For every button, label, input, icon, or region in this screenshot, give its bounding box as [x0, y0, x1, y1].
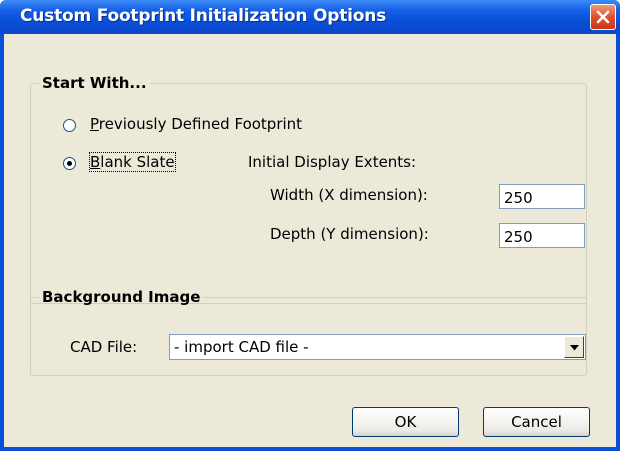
cad-file-label: CAD File: — [70, 338, 138, 356]
window-title: Custom Footprint Initialization Options — [20, 6, 387, 26]
blank-slate-mnemonic: B — [90, 153, 101, 171]
radio-selected-dot — [67, 161, 72, 166]
depth-input[interactable] — [499, 223, 585, 248]
blank-slate-text: lank Slate — [100, 153, 175, 171]
blank-slate-label[interactable]: Blank Slate — [89, 152, 176, 172]
depth-label: Depth (Y dimension): — [270, 225, 429, 243]
radio-previously-defined[interactable] — [63, 119, 76, 132]
background-image-legend: Background Image — [42, 288, 201, 306]
cad-file-selected-value: - import CAD file - — [174, 338, 309, 356]
initial-display-extents-label: Initial Display Extents: — [248, 153, 417, 171]
chevron-down-icon — [570, 345, 579, 351]
cad-file-select[interactable]: - import CAD file - — [169, 334, 586, 360]
previously-defined-label[interactable]: Previously Defined Footprint — [90, 115, 302, 133]
width-input[interactable] — [499, 184, 585, 209]
title-bar[interactable]: Custom Footprint Initialization Options — [0, 0, 620, 34]
ok-button[interactable]: OK — [352, 407, 459, 437]
width-label: Width (X dimension): — [270, 186, 428, 204]
close-icon — [596, 10, 610, 24]
dialog-window: Custom Footprint Initialization Options … — [0, 0, 620, 451]
radio-blank-slate[interactable] — [63, 157, 76, 170]
previously-defined-mnemonic: P — [90, 115, 99, 133]
dialog-client-area: Start With... Previously Defined Footpri… — [4, 34, 616, 447]
previously-defined-text: reviously Defined Footprint — [98, 115, 303, 133]
cancel-button[interactable]: Cancel — [483, 407, 590, 437]
start-with-legend: Start With... — [42, 74, 147, 92]
close-button[interactable] — [590, 4, 616, 30]
background-image-group: Background Image — [30, 288, 587, 376]
dropdown-button[interactable] — [564, 336, 584, 358]
